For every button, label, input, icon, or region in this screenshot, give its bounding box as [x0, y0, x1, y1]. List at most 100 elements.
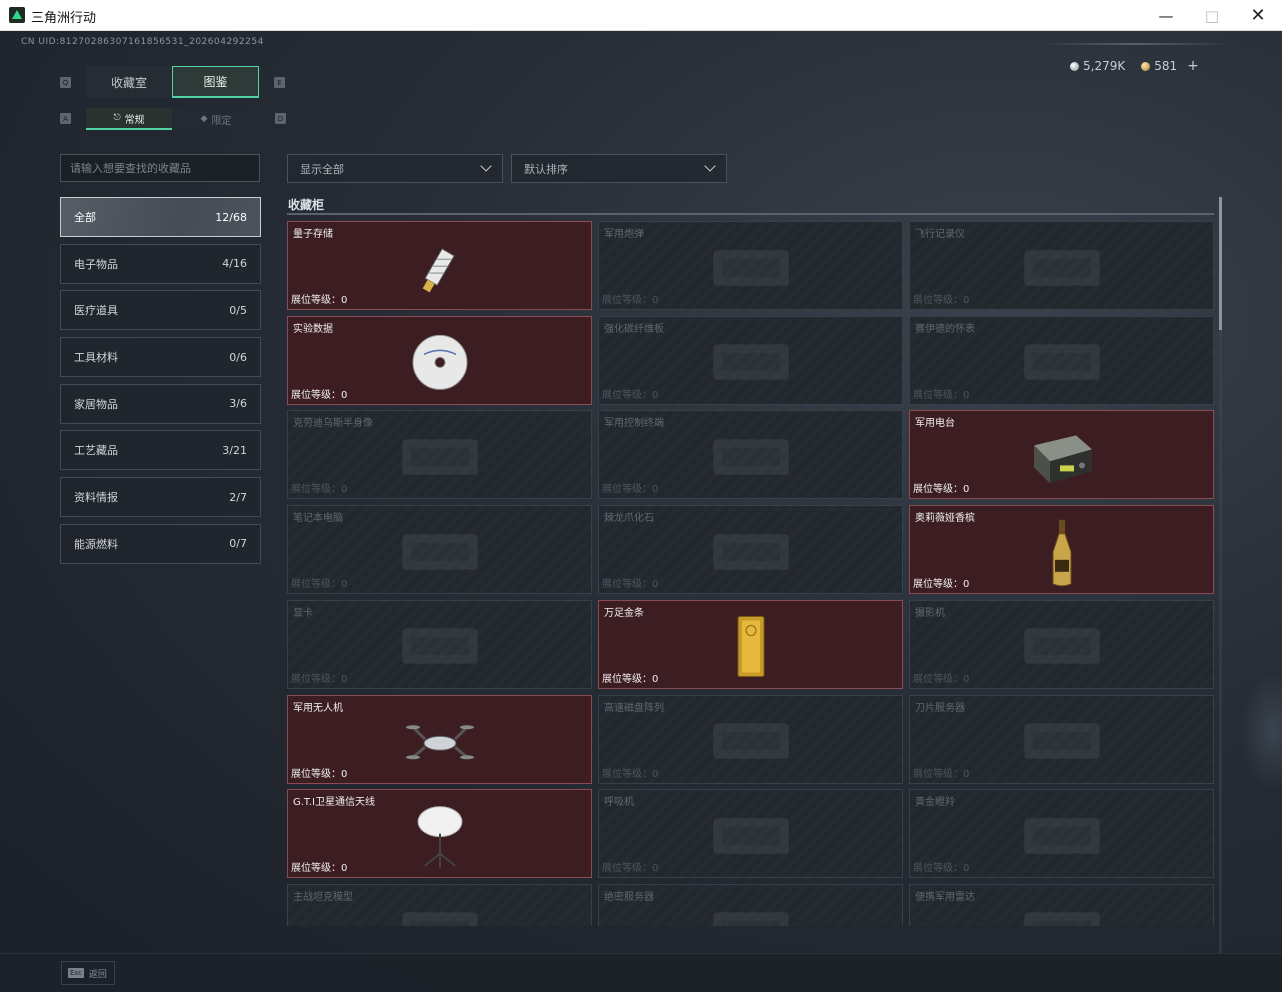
collection-item-card[interactable]: 显卡 展位等级：0	[287, 599, 592, 689]
item-name: 绝密服务器	[604, 891, 654, 903]
category-label: 资料情报	[74, 491, 118, 505]
collection-item-card[interactable]: 军用无人机 展位等级：0	[287, 694, 592, 784]
subtab-limited[interactable]: ◆ 限定	[172, 108, 260, 130]
category-count: 3/21	[222, 443, 247, 457]
collection-item-card[interactable]: 刀片服务器 展位等级：0	[909, 694, 1214, 784]
subtab-regular[interactable]: ⎋ 常规	[86, 108, 172, 130]
add-currency-button[interactable]: +	[1187, 58, 1199, 74]
item-display-level: 展位等级：0	[602, 673, 659, 685]
gazelle-icon	[1017, 811, 1107, 861]
scrollbar-thumb[interactable]	[1219, 197, 1222, 330]
category-all[interactable]: 全部 12/68	[60, 197, 261, 237]
collection-item-card[interactable]: 实验数据 展位等级：0	[287, 315, 592, 405]
collection-item-card[interactable]: 绝密服务器展位等级：0	[598, 883, 903, 926]
category-electronics[interactable]: 电子物品 4/16	[60, 243, 261, 284]
sort-value: 默认排序	[524, 162, 568, 176]
category-label: 全部	[74, 211, 96, 224]
app-logo-icon	[9, 7, 25, 23]
collection-item-card[interactable]: 军用炮弹 展位等级：0	[598, 221, 903, 310]
collection-item-card[interactable]: 便携军用雷达展位等级：0	[909, 883, 1214, 926]
item-display-level: 展位等级：0	[913, 484, 970, 496]
item-name: 黄金瞪羚	[915, 797, 955, 809]
sort-dropdown[interactable]: 默认排序	[511, 154, 727, 183]
bottom-bar: Esc 返回	[0, 953, 1282, 992]
category-tools[interactable]: 工具材料 0/6	[60, 337, 261, 378]
filter-dropdown[interactable]: 显示全部	[287, 154, 503, 183]
item-name: 棘龙爪化石	[604, 513, 654, 525]
category-label: 工具材料	[74, 351, 118, 365]
collection-item-card[interactable]: 军用电台 展位等级：0	[909, 410, 1214, 500]
collection-item-card[interactable]: 量子存储展位等级：0	[287, 221, 592, 310]
collection-item-card[interactable]: 摄影机 展位等级：0	[909, 599, 1214, 689]
category-count: 12/68	[215, 210, 247, 224]
item-name: 飞行记录仪	[915, 229, 965, 240]
item-name: 实验数据	[293, 323, 333, 335]
subtab-regular-label: 常规	[124, 114, 145, 126]
item-name: 量子存储	[293, 229, 333, 240]
category-count: 4/16	[222, 257, 247, 271]
collection-item-card[interactable]: 奥莉薇娅香槟 展位等级：0	[909, 505, 1214, 595]
fossil-icon	[706, 527, 796, 577]
item-name: 笔记本电脑	[293, 513, 343, 525]
flight-recorder-icon	[1017, 243, 1107, 293]
category-intel[interactable]: 资料情报 2/7	[60, 477, 261, 518]
tank-icon	[395, 905, 485, 926]
item-name: 强化碳纤维板	[604, 323, 664, 335]
category-label: 能源燃料	[74, 537, 118, 551]
category-count: 0/7	[229, 537, 247, 551]
drone-icon	[405, 713, 475, 769]
item-name: 赛伊德的怀表	[915, 323, 975, 335]
collection-item-card[interactable]: 主战坦克模型展位等级：0	[287, 883, 592, 926]
disk-array-icon	[706, 716, 796, 766]
collection-item-card[interactable]: 呼吸机 展位等级：0	[598, 789, 903, 879]
category-label: 医疗道具	[74, 304, 118, 318]
item-name: 呼吸机	[604, 797, 634, 809]
back-label: 返回	[88, 969, 107, 980]
collection-item-card[interactable]: 高速磁盘阵列 展位等级：0	[598, 694, 903, 784]
item-display-level: 展位等级：0	[291, 295, 348, 306]
minimize-button[interactable]: —	[1143, 0, 1189, 31]
collection-item-card[interactable]: 黄金瞪羚 展位等级：0	[909, 789, 1214, 879]
collection-item-card[interactable]: 克劳迪乌斯半身像 展位等级：0	[287, 410, 592, 500]
tab-catalog[interactable]: 图鉴	[172, 66, 259, 98]
collection-item-card[interactable]: 万足金条 展位等级：0	[598, 599, 903, 689]
gold-bar-icon	[735, 615, 767, 679]
collection-item-card[interactable]: 笔记本电脑 展位等级：0	[287, 505, 592, 595]
collection-item-card[interactable]: G.T.I卫星通信天线 展位等级：0	[287, 789, 592, 879]
item-display-level: 展位等级：0	[913, 673, 970, 685]
category-label: 家居物品	[74, 397, 118, 411]
back-button[interactable]: Esc 返回	[61, 961, 115, 985]
category-medical[interactable]: 医疗道具 0/5	[60, 290, 261, 331]
radar-icon	[1017, 905, 1107, 926]
collection-item-card[interactable]: 强化碳纤维板 展位等级：0	[598, 315, 903, 405]
maximize-button[interactable]: □	[1189, 0, 1235, 31]
gold-amount: 581	[1154, 59, 1178, 73]
silver-amount: 5,279K	[1083, 59, 1126, 73]
category-household[interactable]: 家居物品 3/6	[60, 383, 261, 424]
gold-coin-icon	[1141, 62, 1151, 71]
silver-currency: 5,279K	[1070, 59, 1125, 73]
category-energy[interactable]: 能源燃料 0/7	[60, 523, 261, 564]
usb-drive-icon	[410, 238, 470, 298]
laptop-icon	[395, 527, 485, 577]
close-button[interactable]: ✕	[1235, 0, 1281, 31]
collection-item-card[interactable]: 赛伊德的怀表 展位等级：0	[909, 315, 1214, 405]
collection-item-card[interactable]: 军用控制终端 展位等级：0	[598, 410, 903, 500]
collection-item-card[interactable]: 飞行记录仪 展位等级：0	[909, 221, 1214, 310]
category-crafts[interactable]: 工艺藏品 3/21	[60, 430, 261, 471]
limited-icon: ◆	[200, 114, 208, 124]
search-input[interactable]	[61, 155, 259, 181]
category-label: 工艺藏品	[74, 444, 118, 458]
category-list: 全部 12/68 电子物品 4/16 医疗道具 0/5 工具材料 0/6 家居物品 3/6…	[60, 197, 261, 571]
background-decoration	[1240, 671, 1282, 791]
silver-coin-icon	[1070, 62, 1079, 71]
item-display-level: 展位等级：0	[291, 863, 348, 875]
satellite-dish-icon	[415, 803, 465, 869]
item-name: 主战坦克模型	[293, 891, 353, 903]
item-display-level: 展位等级：0	[913, 768, 970, 780]
collection-grid: 量子存储 展位等级：0 军用炮弹 展位等级：0 飞行记录仪 展位等级：0 实验数据 展位等级：…	[287, 221, 1215, 926]
collection-item-card[interactable]: 棘龙爪化石 展位等级：0	[598, 505, 903, 595]
esc-key-icon: Esc	[68, 968, 84, 978]
gold-currency: 581	[1141, 59, 1177, 73]
tab-collection-room[interactable]: 收藏室	[86, 66, 172, 98]
